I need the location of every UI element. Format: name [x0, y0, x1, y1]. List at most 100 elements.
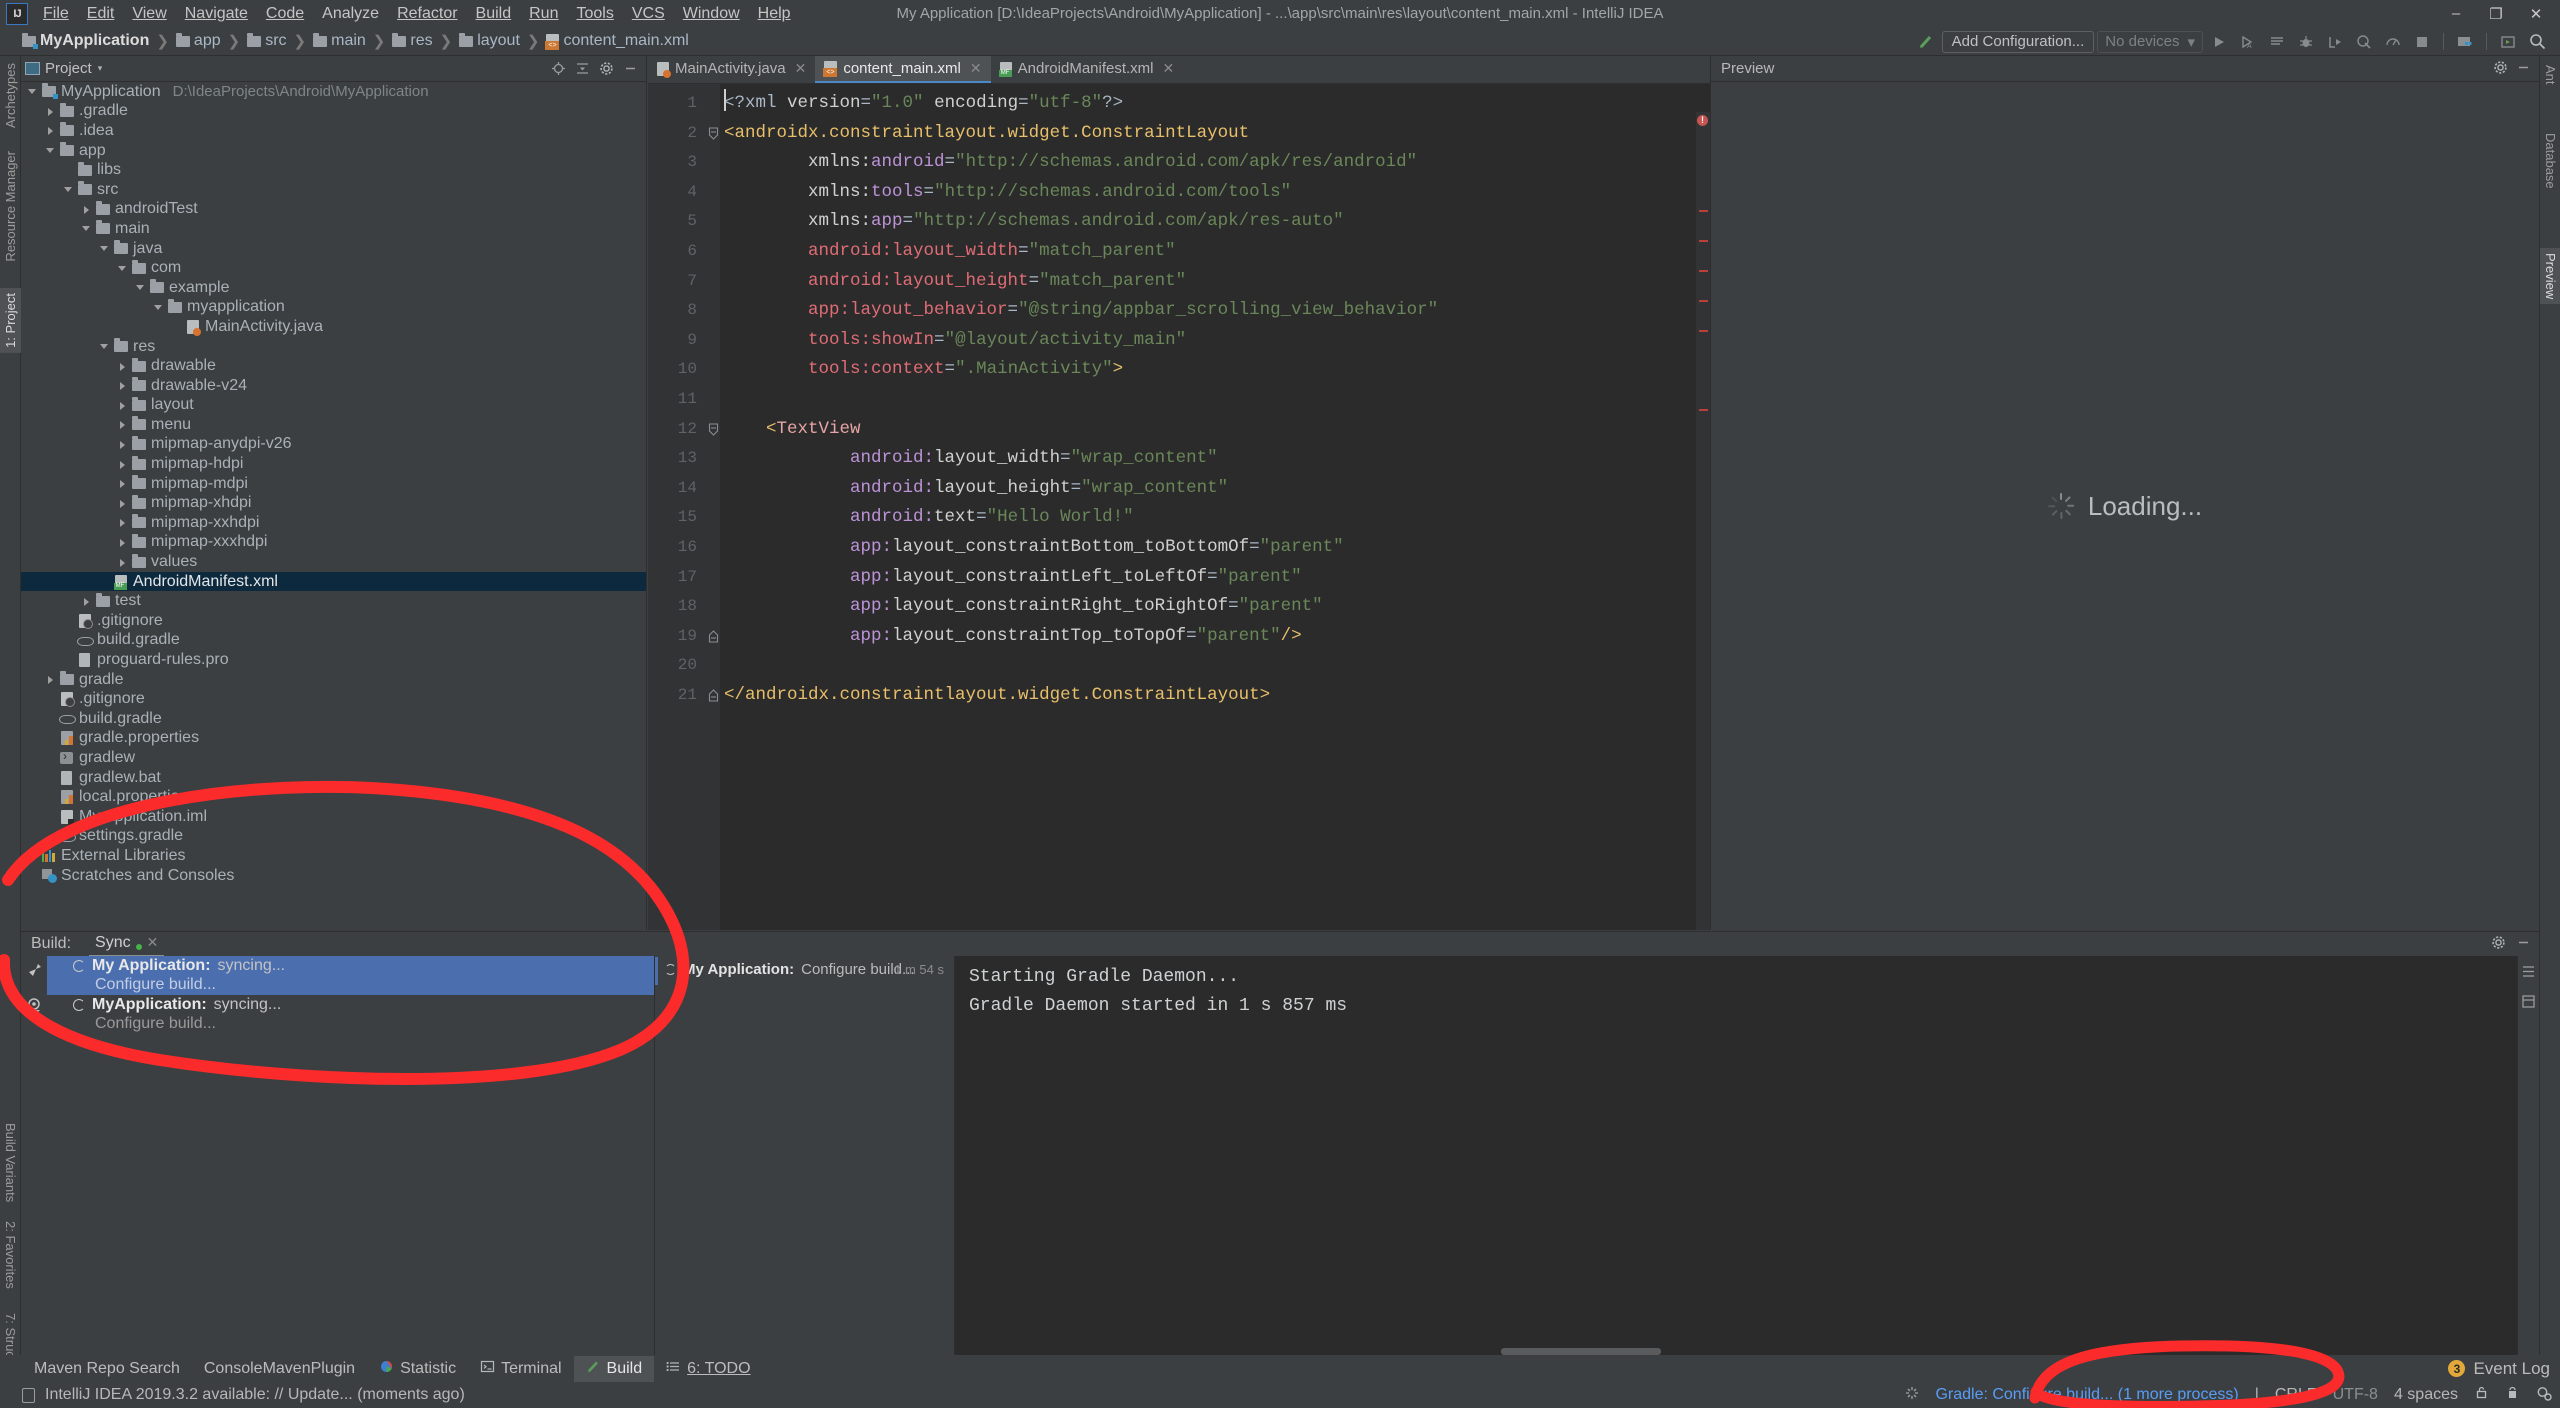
apply-changes-icon[interactable]: A [2235, 30, 2261, 54]
tree-row[interactable]: build.gradle [21, 631, 646, 651]
chevron-right-icon[interactable] [45, 125, 56, 136]
menu-tools[interactable]: Tools [567, 2, 622, 26]
close-icon[interactable]: ✕ [147, 934, 159, 951]
build-task-row[interactable]: My Application: Configure build... 1 m 5… [655, 956, 954, 982]
minimize-button[interactable]: – [2436, 0, 2476, 27]
code-line[interactable]: tools:context=".MainActivity"> [720, 355, 1710, 385]
expand-icon[interactable] [2521, 964, 2536, 982]
warning-marker[interactable] [1699, 409, 1708, 411]
breadcrumb-myapplication[interactable]: MyApplication [22, 32, 149, 50]
chevron-down-icon[interactable] [45, 145, 56, 156]
code-folding-gutter[interactable] [706, 84, 720, 930]
menu-help[interactable]: Help [749, 2, 800, 26]
status-message[interactable]: IntelliJ IDEA 2019.3.2 available: // Upd… [45, 1386, 465, 1404]
chevron-right-icon[interactable] [117, 498, 128, 509]
code-line[interactable]: app:layout_behavior="@string/appbar_scro… [720, 296, 1710, 326]
warning-marker[interactable] [1699, 240, 1708, 242]
chevron-down-icon[interactable] [135, 282, 146, 293]
tree-row[interactable]: res [21, 337, 646, 357]
code-area[interactable]: 1 2 3 4 5 6 7 8 9 10 11 12 13 14 15 16 17 18 19 20 21 <?xml … [648, 84, 1710, 930]
tree-row[interactable]: mipmap-xxhdpi [21, 513, 646, 533]
chevron-right-icon[interactable] [117, 419, 128, 430]
breadcrumb-main[interactable]: main [313, 32, 366, 50]
sidebar-item-archetypes[interactable]: Archetypes [0, 58, 21, 133]
device-file-explorer-icon[interactable] [2495, 30, 2521, 54]
tree-row[interactable]: proguard-rules.pro [21, 650, 646, 670]
tree-row[interactable]: layout [21, 396, 646, 416]
locate-icon[interactable] [548, 59, 568, 79]
maximize-button[interactable]: ❐ [2476, 0, 2516, 27]
chevron-right-icon[interactable] [117, 439, 128, 450]
chevron-right-icon[interactable] [117, 537, 128, 548]
tree-row[interactable]: .gitignore [21, 611, 646, 631]
settings-gear-icon[interactable] [596, 59, 616, 79]
build-event-row[interactable]: My Application: syncing... [47, 956, 654, 976]
tree-row[interactable]: mipmap-hdpi [21, 454, 646, 474]
avd-manager-icon[interactable] [2452, 30, 2478, 54]
lock-icon[interactable] [2474, 1385, 2489, 1405]
menu-refactor[interactable]: Refactor [388, 2, 466, 26]
indent-indicator[interactable]: 4 spaces [2394, 1386, 2458, 1404]
gradle-task-status[interactable]: Gradle: Configure build... (1 more proce… [1935, 1386, 2238, 1404]
logcat-icon[interactable] [2264, 30, 2290, 54]
tree-row[interactable]: gradle.properties [21, 729, 646, 749]
chevron-right-icon[interactable] [117, 380, 128, 391]
chevron-down-icon[interactable] [153, 302, 164, 313]
tree-row[interactable]: example [21, 278, 646, 298]
source-code[interactable]: <?xml version="1.0" encoding="utf-8"?> <a… [720, 84, 1710, 930]
chevron-down-icon[interactable]: ▾ [98, 63, 103, 74]
chevron-right-icon[interactable] [117, 517, 128, 528]
chevron-right-icon[interactable] [45, 106, 56, 117]
tree-row[interactable]: mipmap-xxxhdpi [21, 533, 646, 553]
event-log-button[interactable]: 3 Event Log [2448, 1359, 2550, 1379]
tree-row[interactable]: androidTest [21, 200, 646, 220]
bottom-tab-terminal[interactable]: Terminal [468, 1356, 573, 1382]
fold-up-icon[interactable] [706, 622, 720, 652]
breadcrumb-res[interactable]: res [392, 32, 433, 50]
breadcrumb-app[interactable]: app [175, 32, 221, 50]
chevron-right-icon[interactable] [117, 459, 128, 470]
sidebar-item-database[interactable]: Database [2540, 128, 2560, 194]
menu-file[interactable]: File [34, 2, 78, 26]
menu-build[interactable]: Build [467, 2, 521, 26]
code-line[interactable]: </androidx.constraintlayout.widget.Const… [720, 681, 1710, 711]
tree-row[interactable]: External Libraries [21, 846, 646, 866]
warning-marker[interactable] [1699, 300, 1708, 302]
tree-row[interactable]: src [21, 180, 646, 200]
code-line[interactable]: <TextView [720, 415, 1710, 445]
tree-row[interactable]: MyApplication D:\IdeaProjects\Android\MyA… [21, 82, 646, 102]
tree-row[interactable]: mipmap-anydpi-v26 [21, 435, 646, 455]
bottom-tab-maven-repo-search[interactable]: Maven Repo Search [22, 1357, 192, 1381]
chevron-right-icon[interactable] [117, 557, 128, 568]
tree-row[interactable]: menu [21, 415, 646, 435]
debug-icon[interactable] [2293, 30, 2319, 54]
build-event-row[interactable]: MyApplication: syncing... [47, 995, 654, 1015]
tree-row[interactable]: mipmap-xhdpi [21, 493, 646, 513]
code-line[interactable]: tools:showIn="@layout/activity_main" [720, 326, 1710, 356]
bottom-tab-todo[interactable]: 6: TODO [654, 1356, 762, 1382]
list-icon[interactable] [2521, 994, 2536, 1012]
menu-navigate[interactable]: Navigate [176, 2, 257, 26]
hide-icon[interactable] [2516, 935, 2531, 953]
tree-row[interactable]: My Application.iml [21, 807, 646, 827]
sidebar-item-favorites[interactable]: 2: Favorites [0, 1216, 21, 1294]
chevron-down-icon[interactable] [27, 86, 38, 97]
close-button[interactable]: ✕ [2516, 0, 2556, 27]
code-line[interactable]: android:layout_height="match_parent" [720, 267, 1710, 297]
warning-marker[interactable] [1699, 210, 1708, 212]
sidebar-item-project[interactable]: 1: Project [0, 288, 21, 353]
sidebar-item-ant[interactable]: Ant [2540, 60, 2560, 90]
code-line[interactable]: xmlns:app="http://schemas.android.com/ap… [720, 207, 1710, 237]
chevron-right-icon[interactable] [117, 400, 128, 411]
tree-row[interactable]: settings.gradle [21, 827, 646, 847]
add-configuration-button[interactable]: Add Configuration... [1941, 30, 2095, 53]
build-event-subrow[interactable]: Configure build... [47, 1015, 654, 1035]
tab-androidmanifest-xml[interactable]: AndroidManifest.xml ✕ [991, 56, 1184, 83]
sidebar-item-build-variants[interactable]: Build Variants [0, 1118, 21, 1207]
tree-row[interactable]: local.properties [21, 787, 646, 807]
close-icon[interactable]: ✕ [970, 60, 982, 77]
tree-row[interactable]: MainActivity.java [21, 317, 646, 337]
code-line[interactable]: android:layout_width="match_parent" [720, 237, 1710, 267]
pin-icon[interactable] [26, 962, 43, 983]
collapse-all-icon[interactable] [572, 59, 592, 79]
